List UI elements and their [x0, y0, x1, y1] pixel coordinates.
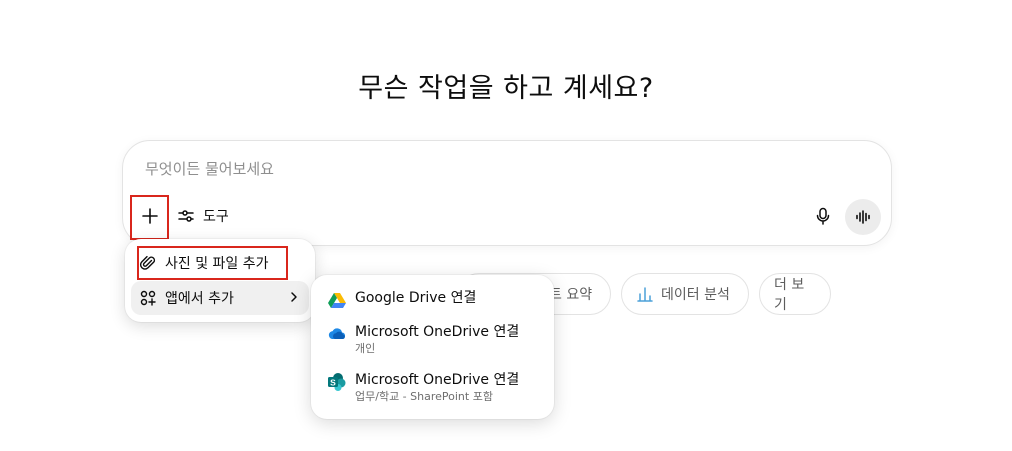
attach-menu: 사진 및 파일 추가 앱에서 추가 [125, 239, 315, 322]
menu-item-label: 사진 및 파일 추가 [165, 256, 269, 272]
connector-caption: 업무/학교 - SharePoint 포함 [355, 390, 493, 403]
plus-icon [142, 208, 158, 224]
menu-item-label: 앱에서 추가 [165, 291, 234, 307]
voice-mode-button[interactable] [845, 199, 881, 235]
connect-onedrive-work-school[interactable]: S Microsoft OneDrive 연결 업무/학교 - SharePoi… [319, 370, 546, 404]
menu-item-add-from-apps[interactable]: 앱에서 추가 [131, 281, 309, 315]
chip-label: 데이터 분석 [661, 287, 730, 303]
sharepoint-icon: S [328, 373, 346, 391]
svg-text:S: S [330, 377, 336, 387]
tools-label: 도구 [203, 209, 229, 225]
chip-more[interactable]: 더 보기 [759, 273, 831, 315]
microphone-icon [816, 207, 830, 225]
connect-google-drive[interactable]: Google Drive 연결 [319, 288, 546, 310]
add-attachment-button[interactable] [131, 197, 169, 235]
connector-title: Microsoft OneDrive 연결 [355, 324, 520, 340]
page-title: 무슨 작업을 하고 계세요? [358, 73, 654, 104]
tools-button[interactable]: 도구 [177, 203, 229, 229]
connect-onedrive-personal[interactable]: Microsoft OneDrive 연결 개인 [319, 322, 546, 356]
bar-chart-icon [637, 287, 653, 302]
connector-title: Google Drive 연결 [355, 290, 477, 306]
apps-submenu: Google Drive 연결 Microsoft OneDrive 연결 개인… [311, 275, 554, 419]
onedrive-icon [328, 328, 346, 339]
apps-add-icon [140, 290, 156, 306]
connector-caption: 개인 [355, 342, 376, 355]
sliders-icon [178, 210, 194, 222]
dictate-button[interactable] [807, 200, 839, 232]
chevron-right-icon [291, 292, 297, 302]
chip-label: 더 보기 [774, 277, 805, 313]
chip-label: 트 요약 [549, 287, 593, 303]
waveform-icon [856, 210, 870, 224]
chip-analyze-data[interactable]: 데이터 분석 [621, 273, 749, 315]
composer: 도구 [122, 140, 892, 246]
paperclip-icon [139, 255, 156, 270]
menu-item-add-photos-files[interactable]: 사진 및 파일 추가 [131, 246, 309, 280]
connector-title: Microsoft OneDrive 연결 [355, 372, 520, 388]
google-drive-icon [328, 293, 346, 308]
prompt-input[interactable] [145, 157, 785, 181]
